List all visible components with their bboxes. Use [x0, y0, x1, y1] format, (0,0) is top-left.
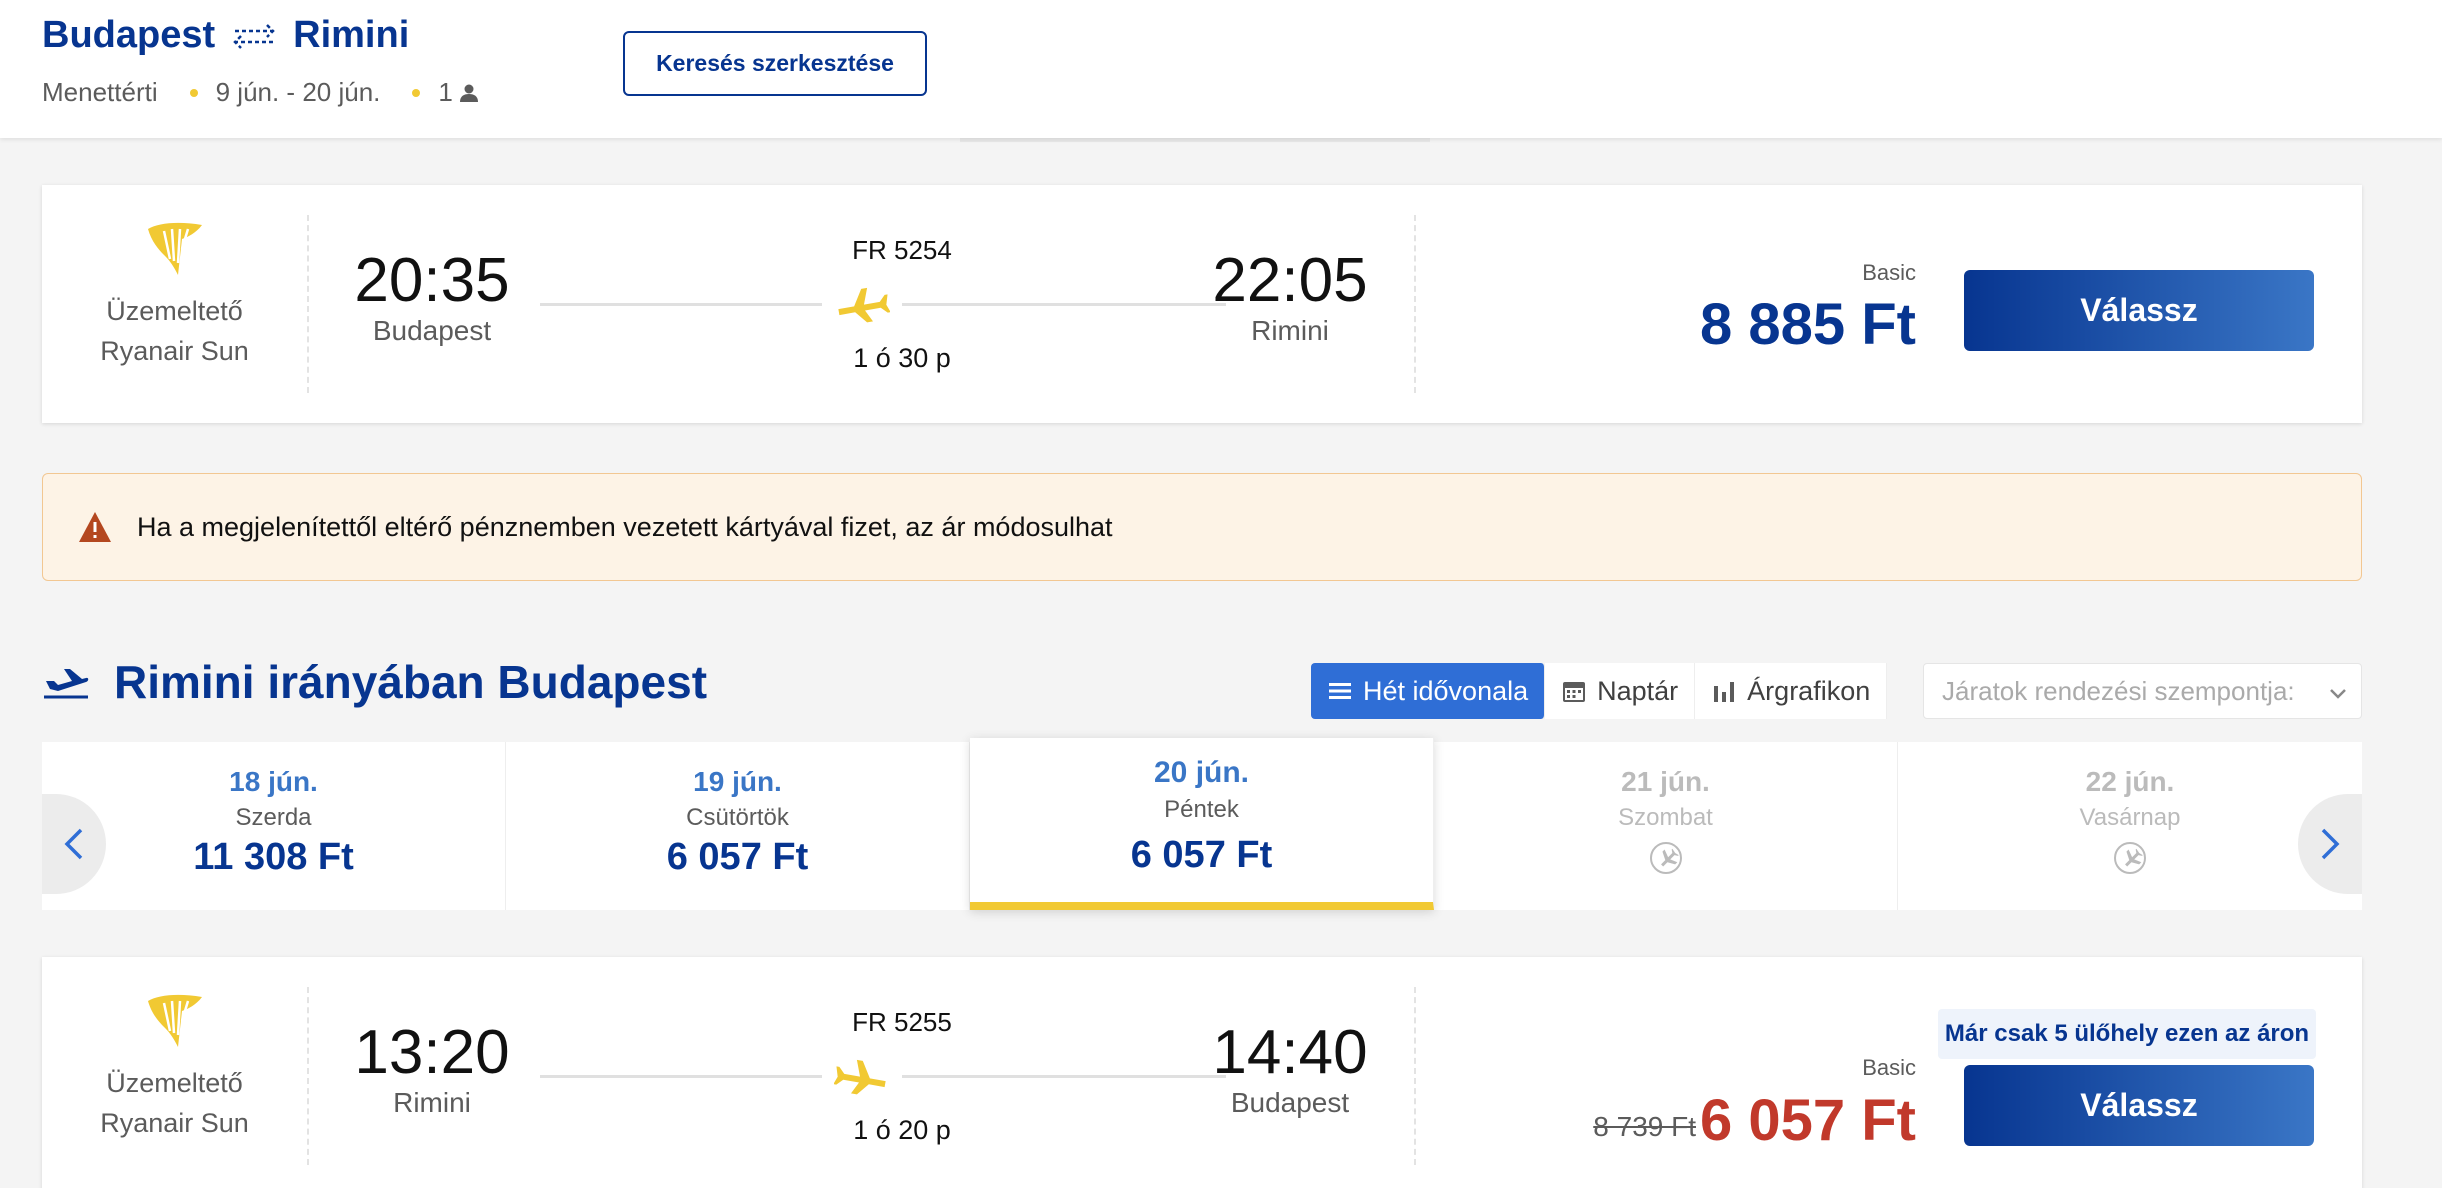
passenger-count: 1: [438, 77, 453, 107]
route-title: Budapest Rimini: [42, 14, 409, 57]
outbound-flight-card: Üzemeltető Ryanair Sun 20:35 Budapest FR…: [42, 185, 2362, 423]
weekday-label: Vasárnap: [2079, 804, 2181, 831]
date-option-unavailable: 21 jún. Szombat: [1434, 742, 1898, 910]
list-icon: [1329, 683, 1351, 699]
warning-triangle-icon: [79, 512, 111, 542]
operator-label: Üzemeltető: [106, 296, 243, 326]
departing-plane-icon: [44, 669, 89, 699]
tab-label: Árgrafikon: [1747, 675, 1871, 706]
separator-dot: [189, 88, 198, 97]
edit-search-button[interactable]: Keresés szerkesztése: [623, 31, 927, 96]
weekday-label: Péntek: [1164, 796, 1239, 823]
date-option[interactable]: 18 jún. Szerda 11 308 Ft: [42, 742, 506, 910]
departure-city: Budapest: [372, 315, 492, 346]
operator-block: Üzemeltető Ryanair Sun: [42, 987, 307, 1143]
sort-dropdown[interactable]: Járatok rendezési szempontja:: [1923, 663, 2362, 719]
warning-text: Ha a megjelenítettől eltérő pénznemben v…: [137, 511, 1113, 542]
tab-week-timeline[interactable]: Hét idővonala: [1311, 663, 1546, 719]
view-mode-tabs: Hét idővonala Naptár Árgrafikon: [1311, 663, 1888, 719]
select-flight-button[interactable]: Válassz: [1964, 1065, 2314, 1146]
search-summary-header: Budapest Rimini Menettérti 9 jún. - 20 j…: [0, 0, 2442, 138]
no-flight-icon: [2114, 842, 2146, 874]
original-price: 8 739 Ft: [1593, 1111, 1696, 1142]
arrival-city: Budapest: [1230, 1087, 1350, 1118]
route-line: [902, 303, 1226, 306]
divider: [307, 987, 309, 1165]
weekday-label: Szerda: [235, 804, 312, 831]
arrival-time: 14:40: [1212, 1018, 1368, 1087]
route-line: [902, 1075, 1226, 1078]
airplane-icon: [834, 1059, 886, 1095]
tab-calendar[interactable]: Naptár: [1545, 663, 1696, 719]
return-section-title-text: Rimini irányában Budapest: [114, 656, 708, 708]
bar-chart-icon: [1714, 682, 1735, 702]
sort-placeholder: Járatok rendezési szempontja:: [1942, 675, 2295, 706]
currency-warning-banner: Ha a megjelenítettől eltérő pénznemben v…: [42, 473, 2362, 581]
divider: [1414, 215, 1416, 393]
date-selector-strip: 18 jún. Szerda 11 308 Ft 19 jún. Csütört…: [42, 738, 2362, 910]
date-option-unavailable: 22 jún. Vasárnap: [1898, 742, 2362, 910]
round-trip-arrows-icon: [233, 23, 275, 49]
flight-number: FR 5254: [852, 235, 952, 265]
route-line: [540, 303, 822, 306]
flight-duration: 1 ó 30 p: [853, 343, 951, 373]
tab-label: Naptár: [1597, 675, 1679, 706]
select-flight-button[interactable]: Válassz: [1964, 270, 2314, 351]
flight-number: FR 5255: [852, 1007, 952, 1037]
ryanair-harp-logo-icon: [147, 222, 202, 275]
fare-type: Basic: [1862, 260, 1916, 285]
operator-label: Üzemeltető: [106, 1068, 243, 1098]
return-flight-card: Üzemeltető Ryanair Sun 13:20 Rimini FR 5…: [42, 957, 2362, 1188]
operator-name: Ryanair Sun: [100, 336, 249, 366]
destination-city: Rimini: [293, 14, 410, 56]
trip-details: Menettérti 9 jún. - 20 jún. 1: [42, 77, 479, 108]
calendar-icon: [1563, 682, 1586, 702]
arrival-time: 22:05: [1212, 246, 1368, 315]
departure-time: 13:20: [354, 1018, 510, 1087]
chevron-right-icon: [2321, 828, 2340, 860]
date-option-selected[interactable]: 20 jún. Péntek 6 057 Ft: [970, 738, 1434, 910]
divider: [1414, 987, 1416, 1165]
trip-dates: 9 jún. - 20 jún.: [215, 77, 381, 107]
airplane-icon: [838, 287, 890, 323]
date-price: 11 308 Ft: [193, 836, 354, 878]
chevron-left-icon: [64, 828, 83, 860]
fare-type: Basic: [1862, 1055, 1916, 1080]
person-icon: [459, 84, 478, 102]
arrival-city: Rimini: [1251, 315, 1329, 346]
tab-label: Hét idővonala: [1363, 675, 1529, 706]
route-line: [540, 1075, 822, 1078]
seats-left-badge: Már csak 5 ülőhely ezen az áron: [1938, 1009, 2316, 1059]
departure-time: 20:35: [354, 246, 510, 315]
tab-price-chart[interactable]: Árgrafikon: [1695, 663, 1888, 719]
ryanair-harp-logo-icon: [147, 994, 202, 1047]
trip-type: Menettérti: [42, 77, 158, 107]
date-label: 22 jún.: [2085, 766, 2175, 797]
weekday-label: Szombat: [1618, 804, 1713, 831]
date-label: 18 jún.: [229, 766, 318, 797]
operator-name: Ryanair Sun: [100, 1108, 249, 1138]
weekday-label: Csütörtök: [686, 804, 789, 831]
departure-city: Rimini: [393, 1087, 471, 1118]
divider: [307, 215, 309, 393]
date-price: 6 057 Ft: [666, 836, 809, 878]
date-label: 21 jún.: [1621, 766, 1710, 797]
date-label: 20 jún.: [1153, 756, 1250, 789]
flight-duration: 1 ó 20 p: [853, 1115, 951, 1145]
operator-block: Üzemeltető Ryanair Sun: [42, 215, 307, 371]
discounted-price: 6 057 Ft: [1700, 1088, 1916, 1153]
separator-dot: [412, 88, 421, 97]
origin-city: Budapest: [42, 14, 216, 56]
date-label: 19 jún.: [693, 766, 782, 797]
date-option[interactable]: 19 jún. Csütörtök 6 057 Ft: [506, 742, 970, 910]
date-price: 6 057 Ft: [1130, 834, 1273, 876]
return-section-title: Rimini irányában Budapest: [42, 655, 707, 709]
chevron-down-icon: [2330, 689, 2346, 699]
flight-price: 8 885 Ft: [1700, 292, 1916, 357]
no-flight-icon: [1649, 842, 1682, 874]
